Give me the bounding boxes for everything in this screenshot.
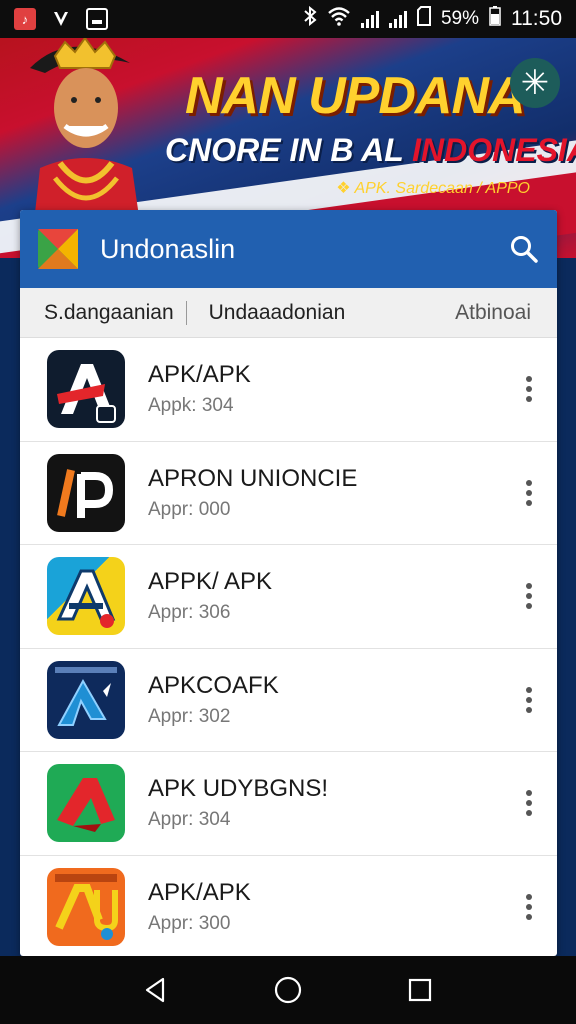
list-item[interactable]: APK/APK Appk: 304 — [20, 338, 557, 442]
app-bar-title: Undonaslin — [100, 233, 236, 264]
battery-percent: 59% — [440, 8, 479, 29]
app-name: APK UDYBGNS! — [148, 775, 329, 803]
app-name: APPK/ APK — [148, 568, 273, 596]
gallery-icon — [86, 8, 108, 30]
app-version: Appr: 000 — [148, 498, 231, 520]
sd-card-icon — [416, 6, 431, 32]
app-icon — [47, 660, 125, 739]
list-item[interactable]: APKCOAFK Appr: 302 — [20, 649, 557, 752]
banner-tagline: ❖ APK. Sardecaan / APPO — [336, 180, 530, 197]
more-options-icon[interactable] — [525, 479, 533, 506]
recents-icon[interactable] — [405, 975, 435, 1005]
bluetooth-icon — [303, 5, 317, 32]
app-icon — [47, 557, 125, 636]
app-version: Appr: 302 — [148, 705, 231, 727]
asterisk-icon: ✳ — [520, 64, 550, 102]
more-options-icon[interactable] — [525, 894, 533, 921]
app-icon — [47, 453, 125, 532]
list-item[interactable]: APK UDYBGNS! Appr: 304 — [20, 752, 557, 856]
app-bar: Undonaslin — [20, 210, 557, 288]
signal-2-icon — [388, 10, 407, 28]
battery-icon — [489, 6, 501, 32]
fab-button[interactable]: ✳ — [510, 58, 560, 108]
app-version: Appr: 300 — [148, 913, 231, 935]
store-logo-icon — [38, 229, 78, 269]
more-options-icon[interactable] — [525, 583, 533, 610]
clock: 11:50 — [511, 7, 562, 30]
app-list: APK/APK Appk: 304 APRON UNIONCIE Appr: 0… — [20, 338, 557, 956]
app-icon — [47, 868, 125, 947]
navigation-bar — [0, 956, 576, 1024]
more-options-icon[interactable] — [525, 790, 533, 817]
app-version: Appk: 304 — [148, 395, 234, 417]
app-store-card: Undonaslin S.dangaanian Undaaadonian Atb… — [20, 210, 557, 956]
banner-subtitle: CNORE IN B AL INDONESIAA — [165, 132, 576, 168]
app-version: Appr: 304 — [148, 809, 231, 831]
music-app-icon: ♪ — [14, 8, 36, 30]
tab-1[interactable]: S.dangaanian — [20, 300, 187, 325]
app-version: Appr: 306 — [148, 602, 231, 624]
list-item[interactable]: APK/APK Appr: 300 — [20, 856, 557, 957]
notification-app-icon — [50, 8, 72, 30]
app-name: APK/APK — [148, 361, 251, 389]
app-name: APRON UNIONCIE — [148, 464, 358, 492]
back-icon[interactable] — [141, 975, 171, 1005]
signal-1-icon — [360, 10, 379, 28]
list-item[interactable]: APPK/ APK Appr: 306 — [20, 545, 557, 649]
wifi-icon — [327, 6, 351, 32]
tab-3[interactable]: Atbinoai — [433, 301, 557, 325]
app-name: APKCOAFK — [148, 671, 279, 699]
home-icon[interactable] — [273, 975, 303, 1005]
tab-2[interactable]: Undaaadonian — [187, 301, 368, 325]
more-options-icon[interactable] — [525, 376, 533, 403]
banner-title: NAN UPDANA — [185, 67, 526, 125]
search-icon[interactable] — [509, 234, 539, 264]
more-options-icon[interactable] — [525, 686, 533, 713]
app-icon — [47, 350, 125, 429]
status-bar: ♪ 59% 11:50 — [0, 0, 576, 38]
tab-bar: S.dangaanian Undaaadonian Atbinoai — [20, 288, 557, 338]
list-item[interactable]: APRON UNIONCIE Appr: 000 — [20, 442, 557, 545]
app-icon — [47, 764, 125, 843]
app-name: APK/APK — [148, 879, 251, 907]
